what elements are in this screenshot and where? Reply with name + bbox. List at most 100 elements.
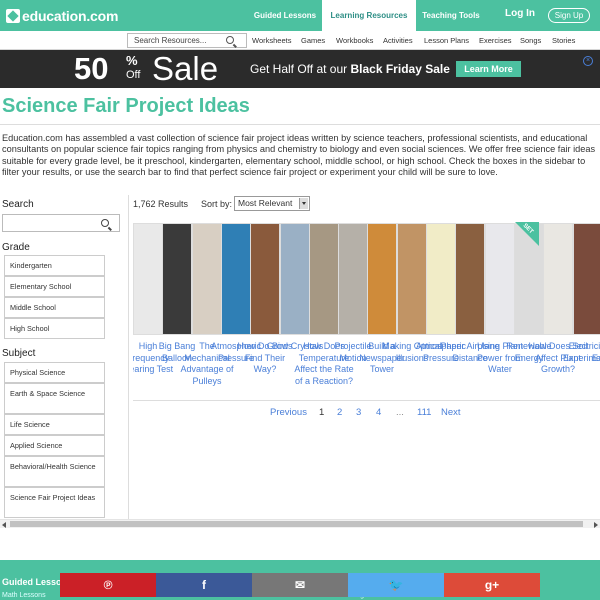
filter-elementary-school[interactable]: Elementary School: [4, 276, 105, 297]
filter-science-fair-project-ideas[interactable]: Science Fair Project Ideas: [4, 487, 105, 518]
tab-teaching-tools[interactable]: Teaching Tools: [416, 0, 486, 31]
project-card[interactable]: [133, 223, 163, 335]
category-activities[interactable]: Activities: [383, 36, 413, 45]
filter-middle-school[interactable]: Middle School: [4, 297, 105, 318]
page-title: Science Fair Project Ideas: [2, 95, 250, 117]
category-bar: Search Resources... Worksheets Games Wor…: [0, 31, 600, 50]
logo-icon: [6, 9, 20, 23]
filter-kindergarten[interactable]: Kindergarten: [4, 255, 105, 276]
project-thumbnail: [486, 224, 514, 334]
grade-label: Grade: [2, 242, 30, 253]
category-worksheets[interactable]: Worksheets: [252, 36, 291, 45]
filter-life-science[interactable]: Life Science: [4, 414, 105, 435]
divider: [133, 400, 600, 401]
resource-search-input[interactable]: Search Resources...: [127, 33, 247, 48]
category-workbooks[interactable]: Workbooks: [336, 36, 373, 45]
pagination-page-4[interactable]: 4: [376, 407, 381, 418]
project-card[interactable]: [280, 223, 310, 335]
project-card[interactable]: [192, 223, 222, 335]
close-ad-icon[interactable]: ×: [583, 56, 593, 66]
project-card[interactable]: [397, 223, 427, 335]
banner-sale: Sale: [152, 50, 219, 87]
filter-earth-space-science[interactable]: Earth & Space Science: [4, 383, 105, 414]
filter-applied-science[interactable]: Applied Science: [4, 435, 105, 456]
pagination-next[interactable]: Next: [441, 407, 461, 418]
tab-learning-resources[interactable]: Learning Resources: [322, 0, 416, 31]
project-thumbnail: [193, 224, 221, 334]
project-thumbnail: [427, 224, 455, 334]
category-exercises[interactable]: Exercises: [479, 36, 512, 45]
banner-off: Off: [126, 69, 141, 81]
intro-text: Education.com has assembled a vast colle…: [2, 133, 596, 177]
google-plus-share-button[interactable]: g+: [444, 573, 540, 597]
signup-button[interactable]: Sign Up: [548, 8, 590, 23]
project-card[interactable]: [573, 223, 600, 335]
email-share-button[interactable]: ✉: [252, 573, 348, 597]
project-thumbnail: [398, 224, 426, 334]
project-thumbnail: [163, 224, 191, 334]
logo[interactable]: education.com: [6, 7, 118, 25]
project-thumbnail: [251, 224, 279, 334]
facebook-share-button[interactable]: f: [156, 573, 252, 597]
project-card[interactable]: [162, 223, 192, 335]
project-card[interactable]: [309, 223, 339, 335]
search-placeholder: Search Resources...: [134, 36, 207, 45]
banner-discount: 50: [74, 51, 109, 86]
pinterest-share-button[interactable]: ℗: [60, 573, 156, 597]
learn-more-button[interactable]: Learn More: [456, 61, 521, 77]
footer-link[interactable]: Math Lessons: [2, 592, 46, 599]
project-card[interactable]: [426, 223, 456, 335]
category-songs[interactable]: Songs: [520, 36, 541, 45]
banner-tagline: Get Half Off at our Black Friday Sale: [250, 62, 450, 76]
category-games[interactable]: Games: [301, 36, 325, 45]
project-thumbnail: [574, 224, 600, 334]
project-thumbnail: [134, 224, 162, 334]
divider: [0, 124, 600, 125]
project-card[interactable]: [338, 223, 368, 335]
scroll-right-icon[interactable]: [594, 522, 598, 528]
project-thumbnail: [339, 224, 367, 334]
results-count: 1,762 Results: [133, 199, 189, 209]
pagination-page-last[interactable]: 111: [417, 407, 431, 418]
divider: [128, 195, 129, 520]
sale-banner[interactable]: 50 % Off Sale Get Half Off at our Black …: [0, 50, 600, 88]
project-thumbnail: [310, 224, 338, 334]
project-card[interactable]: [455, 223, 485, 335]
filter-physical-science[interactable]: Physical Science: [4, 362, 105, 383]
project-card[interactable]: [485, 223, 515, 335]
twitter-share-button[interactable]: 🐦: [348, 573, 444, 597]
project-card[interactable]: [221, 223, 251, 335]
pagination-page-3[interactable]: 3: [356, 407, 361, 418]
sort-label: Sort by:: [201, 199, 233, 209]
project-thumbnail: [222, 224, 250, 334]
sort-select[interactable]: Most Relevant: [234, 196, 310, 211]
tab-guided-lessons[interactable]: Guided Lessons: [250, 0, 320, 31]
scrollbar-thumb[interactable]: [10, 521, 583, 527]
horizontal-scrollbar[interactable]: [0, 519, 600, 528]
filter-behavioral-health-science[interactable]: Behavioral/Health Science: [4, 456, 105, 487]
project-card[interactable]: [250, 223, 280, 335]
chevron-down-icon: [299, 198, 308, 209]
project-thumbnail: [281, 224, 309, 334]
sidebar-search-input[interactable]: [2, 214, 120, 232]
top-nav: education.com Guided Lessons Learning Re…: [0, 0, 600, 31]
search-icon[interactable]: [226, 36, 234, 44]
project-card[interactable]: [543, 223, 573, 335]
sort-value: Most Relevant: [238, 198, 293, 208]
filter-high-school[interactable]: High School: [4, 318, 105, 339]
pagination-page-2[interactable]: 2: [337, 407, 342, 418]
pagination-previous[interactable]: Previous: [270, 407, 307, 418]
category-lesson-plans[interactable]: Lesson Plans: [424, 36, 469, 45]
project-thumbnail: [368, 224, 396, 334]
category-stories[interactable]: Stories: [552, 36, 575, 45]
sidebar-search-label: Search: [2, 199, 34, 210]
pagination-page-1[interactable]: 1: [319, 407, 324, 418]
project-thumbnail: [544, 224, 572, 334]
search-icon[interactable]: [101, 219, 109, 227]
project-title-link[interactable]: 10 Easy Experiments for Kids: [586, 341, 600, 376]
scroll-left-icon[interactable]: [2, 522, 6, 528]
banner-percent: %: [126, 53, 138, 68]
subject-label: Subject: [2, 348, 36, 359]
project-card[interactable]: [367, 223, 397, 335]
login-link[interactable]: Log In: [505, 8, 535, 19]
